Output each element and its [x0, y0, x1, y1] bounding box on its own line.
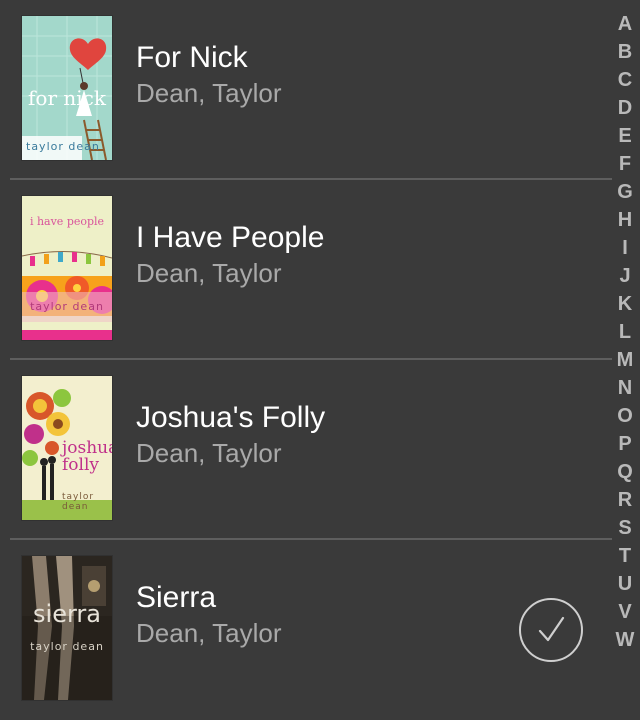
cover-title: sierra: [33, 600, 101, 628]
book-row-joshuas-folly[interactable]: joshua's folly taylor dean Joshua's Foll…: [0, 360, 612, 540]
cover-art: [22, 556, 112, 700]
index-letter-u[interactable]: U: [610, 570, 640, 598]
cover-author: taylor dean: [30, 300, 104, 313]
book-info: I Have People Dean, Taylor: [136, 220, 324, 290]
book-author: Dean, Taylor: [136, 258, 282, 288]
checkmark-circle-icon[interactable]: [519, 598, 583, 662]
index-letter-d[interactable]: D: [610, 94, 640, 122]
index-letter-o[interactable]: O: [610, 402, 640, 430]
index-letter-g[interactable]: G: [610, 178, 640, 206]
cover-author: taylor dean: [30, 640, 104, 653]
cover-author: taylor dean: [26, 140, 100, 153]
book-list: for nick taylor dean For Nick Dean, Tayl…: [0, 0, 612, 700]
book-row-sierra[interactable]: sierra taylor dean Sierra Dean, Taylor: [0, 540, 610, 720]
index-letter-k[interactable]: K: [610, 290, 640, 318]
cover-title: for nick: [28, 86, 106, 110]
book-title: For Nick: [136, 41, 248, 74]
cover-title: i have people: [29, 215, 105, 228]
cover-author: taylor dean: [62, 492, 95, 512]
alphabet-index[interactable]: ABCDEFGHIJKLMNOPQRSTUVW: [610, 10, 640, 654]
book-title: Sierra: [136, 581, 217, 614]
book-title: I Have People: [136, 221, 325, 254]
index-letter-v[interactable]: V: [610, 598, 640, 626]
index-letter-j[interactable]: J: [610, 262, 640, 290]
index-letter-s[interactable]: S: [610, 514, 640, 542]
index-letter-h[interactable]: H: [610, 206, 640, 234]
book-row-for-nick[interactable]: for nick taylor dean For Nick Dean, Tayl…: [0, 0, 612, 180]
book-cover-for-nick[interactable]: for nick taylor dean: [22, 16, 112, 160]
index-letter-q[interactable]: Q: [610, 458, 640, 486]
book-author: Dean, Taylor: [136, 78, 282, 108]
index-letter-a[interactable]: A: [610, 10, 640, 38]
book-title: Joshua's Folly: [136, 401, 326, 434]
book-info: Sierra Dean, Taylor: [136, 580, 282, 650]
index-letter-t[interactable]: T: [610, 542, 640, 570]
index-letter-w[interactable]: W: [610, 626, 640, 654]
book-info: For Nick Dean, Taylor: [136, 40, 282, 110]
book-cover-joshuas-folly[interactable]: joshua's folly taylor dean: [22, 376, 112, 520]
index-letter-c[interactable]: C: [610, 66, 640, 94]
index-letter-m[interactable]: M: [610, 346, 640, 374]
book-author: Dean, Taylor: [136, 618, 282, 648]
index-letter-i[interactable]: I: [610, 234, 640, 262]
book-cover-i-have-people[interactable]: i have people taylor dean: [22, 196, 112, 340]
book-info: Joshua's Folly Dean, Taylor: [136, 400, 325, 470]
index-letter-e[interactable]: E: [610, 122, 640, 150]
index-letter-l[interactable]: L: [610, 318, 640, 346]
book-row-i-have-people[interactable]: i have people taylor dean I Have People …: [0, 180, 612, 360]
index-letter-p[interactable]: P: [610, 430, 640, 458]
book-cover-sierra[interactable]: sierra taylor dean: [22, 556, 112, 700]
index-letter-r[interactable]: R: [610, 486, 640, 514]
index-letter-f[interactable]: F: [610, 150, 640, 178]
book-author: Dean, Taylor: [136, 438, 282, 468]
index-letter-n[interactable]: N: [610, 374, 640, 402]
cover-title: joshua's folly: [62, 438, 112, 475]
index-letter-b[interactable]: B: [610, 38, 640, 66]
